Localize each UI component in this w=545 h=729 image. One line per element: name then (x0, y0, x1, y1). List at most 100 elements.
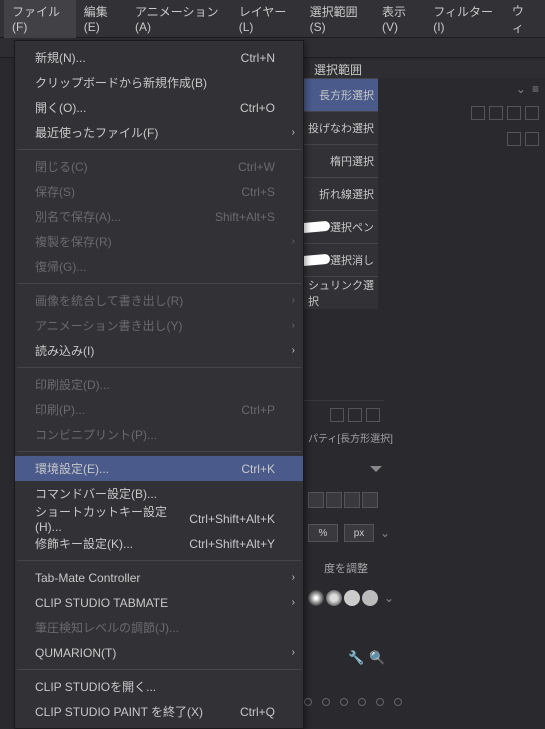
tool-row[interactable]: 長方形選択 (304, 78, 378, 111)
menu-item[interactable]: 最近使ったファイル(F)› (15, 120, 303, 145)
menu-item-shortcut: Ctrl+Shift+Alt+Y (189, 537, 275, 551)
layer-action-icon[interactable] (507, 132, 521, 146)
menubar: ファイル(F)編集(E)アニメーション(A)レイヤー(L)選択範囲(S)表示(V… (0, 0, 545, 38)
menu-item-label: アニメーション書き出し(Y) (35, 317, 275, 334)
menubar-item[interactable]: レイヤー(L) (231, 0, 302, 38)
page-dot[interactable] (304, 698, 312, 706)
menubar-item[interactable]: 選択範囲(S) (302, 0, 374, 38)
menu-item: 印刷(P)...Ctrl+P (15, 397, 303, 422)
menu-item-label: 読み込み(I) (35, 342, 275, 359)
menu-item: アニメーション書き出し(Y) › (15, 313, 303, 338)
layer-action-icon[interactable] (525, 132, 539, 146)
wrench-icon[interactable]: 🔧 (348, 650, 363, 665)
tool-row[interactable]: 楕円選択 (304, 144, 378, 177)
chevron-down-icon[interactable]: ⌄ (380, 591, 394, 605)
layer-tool-icon[interactable] (507, 106, 521, 120)
menu-separator (17, 560, 301, 561)
menu-item[interactable]: CLIP STUDIOを開く... (15, 674, 303, 699)
lower-panel (304, 400, 384, 428)
menu-item-label: CLIP STUDIO PAINT を終了(X) (35, 703, 240, 720)
menu-item-label: 画像を統合して書き出し(R) (35, 292, 275, 309)
menubar-item[interactable]: 編集(E) (76, 0, 127, 38)
chevron-right-icon: › (292, 320, 295, 331)
sel-mode-icon[interactable] (308, 492, 324, 508)
page-dot[interactable] (376, 698, 384, 706)
menu-item: 印刷設定(D)... (15, 372, 303, 397)
tool-row[interactable]: 投げなわ選択 (304, 111, 378, 144)
property-collapse-icon[interactable] (370, 466, 382, 476)
menu-item[interactable]: 開く(O)...Ctrl+O (15, 95, 303, 120)
menu-item[interactable]: 環境設定(E)...Ctrl+K (15, 456, 303, 481)
menu-item[interactable]: ショートカットキー設定(H)...Ctrl+Shift+Alt+K (15, 506, 303, 531)
brush-preview-dot[interactable] (326, 590, 342, 606)
brush-stroke-preview (300, 254, 331, 267)
menu-item: コンビニプリント(P)... (15, 422, 303, 447)
percent-dropdown[interactable]: % (308, 524, 338, 542)
menu-item[interactable]: Tab-Mate Controller› (15, 565, 303, 590)
menu-item-label: 新規(N)... (35, 49, 241, 66)
tool-row[interactable]: シュリンク選択 (304, 276, 378, 309)
tool-row[interactable]: 折れ線選択 (304, 177, 378, 210)
tool-strip: 長方形選択投げなわ選択楕円選択折れ線選択選択ペン選択消しシュリンク選択 (304, 78, 378, 309)
menu-item: 筆圧検知レベルの調節(J)... (15, 615, 303, 640)
selection-tab-label: 選択範囲 (314, 61, 362, 78)
chevron-right-icon: › (292, 127, 295, 138)
menu-item-label: 環境設定(E)... (35, 460, 241, 477)
menu-item[interactable]: CLIP STUDIO PAINT を終了(X)Ctrl+Q (15, 699, 303, 724)
chevron-right-icon: › (292, 597, 295, 608)
menu-item[interactable]: CLIP STUDIO TABMATE› (15, 590, 303, 615)
menu-item-label: 印刷設定(D)... (35, 376, 275, 393)
tool-row[interactable]: 選択消し (304, 243, 378, 276)
tool-row[interactable]: 選択ペン (304, 210, 378, 243)
menu-item: 保存(S)Ctrl+S (15, 179, 303, 204)
layer-tool-icon[interactable] (471, 106, 485, 120)
chevron-down-icon[interactable]: ⌄ (380, 526, 390, 540)
px-dropdown[interactable]: px (344, 524, 374, 542)
page-dot[interactable] (322, 698, 330, 706)
menu-item[interactable]: QUMARION(T)› (15, 640, 303, 665)
menu-item-label: コマンドバー設定(B)... (35, 485, 275, 502)
hamburger-icon: ≡ (532, 82, 539, 96)
add-icon[interactable] (330, 408, 344, 422)
trash-icon[interactable] (366, 408, 380, 422)
layer-panel-options[interactable]: ⌄ ≡ (415, 78, 545, 100)
layer-tool-icon[interactable] (525, 106, 539, 120)
brush-preview-dot[interactable] (362, 590, 378, 606)
menubar-item[interactable]: アニメーション(A) (127, 0, 231, 38)
menubar-item[interactable]: ファイル(F) (4, 0, 76, 38)
layer-tool-icon[interactable] (489, 106, 503, 120)
menu-item-label: 開く(O)... (35, 99, 240, 116)
download-icon[interactable] (348, 408, 362, 422)
menu-item-label: 印刷(P)... (35, 401, 241, 418)
menu-item-shortcut: Ctrl+N (241, 51, 275, 65)
brush-preview-dot[interactable] (344, 590, 360, 606)
magnify-icon[interactable]: 🔍 (369, 650, 384, 665)
menu-item: 別名で保存(A)...Shift+Alt+S (15, 204, 303, 229)
page-dot[interactable] (358, 698, 366, 706)
menubar-item[interactable]: ウィ (504, 0, 541, 40)
menubar-item[interactable]: 表示(V) (374, 0, 425, 38)
menu-item-label: 筆圧検知レベルの調節(J)... (35, 619, 275, 636)
menu-item[interactable]: クリップボードから新規作成(B) (15, 70, 303, 95)
sel-mode-icon[interactable] (362, 492, 378, 508)
chevron-right-icon: › (292, 647, 295, 658)
tool-label: シュリンク選択 (308, 277, 374, 309)
brush-stroke-preview (300, 221, 331, 234)
menu-item[interactable]: 新規(N)...Ctrl+N (15, 45, 303, 70)
menu-item-label: 別名で保存(A)... (35, 208, 215, 225)
sel-mode-icon[interactable] (344, 492, 360, 508)
menu-item-label: CLIP STUDIOを開く... (35, 678, 275, 695)
selection-tab-header[interactable]: 選択範囲 (310, 60, 545, 78)
opacity-label: 度を調整 (324, 560, 368, 576)
selection-mode-icons (308, 492, 378, 508)
menu-item[interactable]: 読み込み(I)› (15, 338, 303, 363)
tool-property-title: パティ[長方形選択] (308, 430, 393, 445)
page-dot[interactable] (394, 698, 402, 706)
brush-preview-dot[interactable] (308, 590, 324, 606)
menu-item[interactable]: 修飾キー設定(K)...Ctrl+Shift+Alt+Y (15, 531, 303, 556)
sel-mode-icon[interactable] (326, 492, 342, 508)
menubar-item[interactable]: フィルター(I) (425, 0, 504, 38)
page-dot[interactable] (340, 698, 348, 706)
chevron-right-icon: › (292, 572, 295, 583)
menu-separator (17, 367, 301, 368)
